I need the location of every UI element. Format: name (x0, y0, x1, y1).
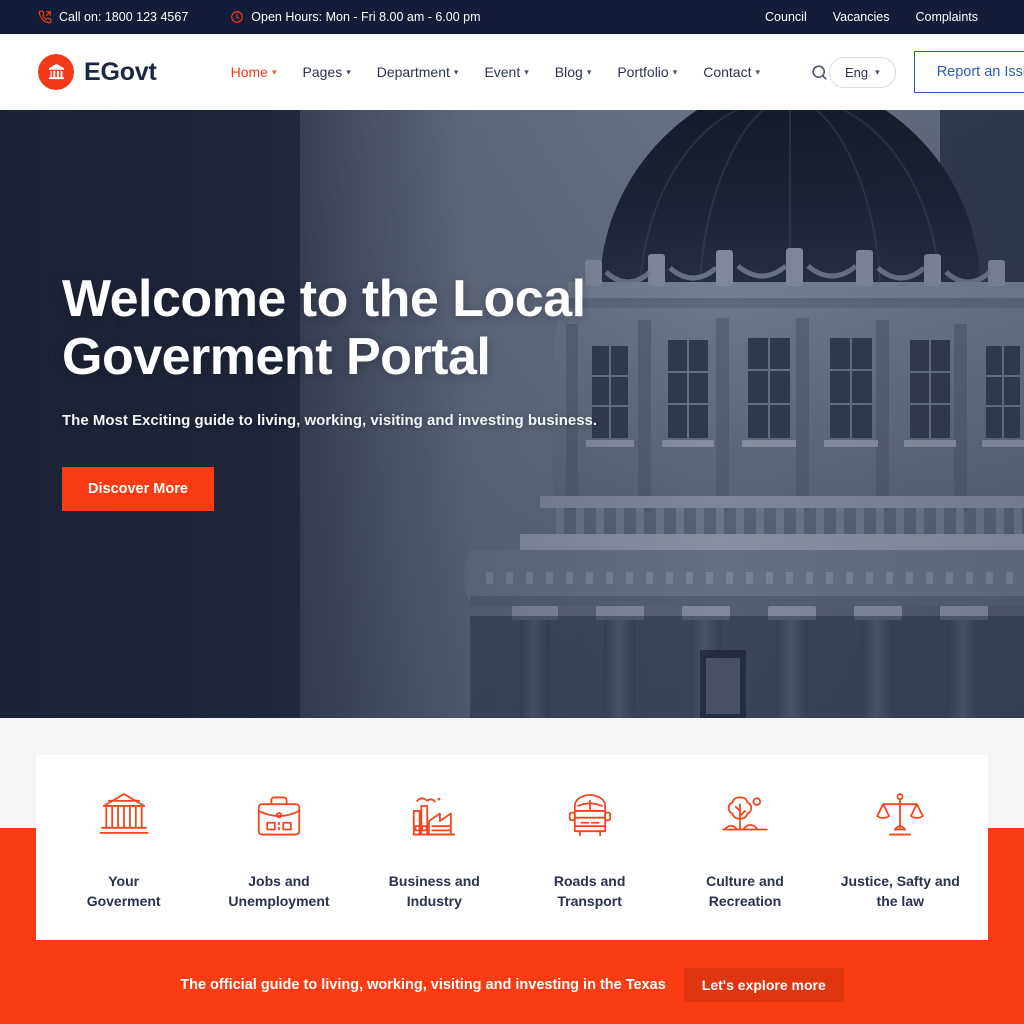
briefcase-icon (252, 787, 306, 845)
brand-name: EGovt (84, 57, 157, 86)
hours-info: Open Hours: Mon - Fri 8.00 am - 6.00 pm (230, 10, 481, 24)
service-your-goverment[interactable]: Your Goverment (49, 787, 199, 912)
chevron-down-icon: ▾ (524, 66, 529, 77)
nav-item-department[interactable]: Department ▾ (377, 64, 459, 80)
nav-item-home[interactable]: Home ▾ (231, 64, 277, 80)
hours-text: Open Hours: Mon - Fri 8.00 am - 6.00 pm (251, 10, 481, 24)
nav-item-blog[interactable]: Blog ▾ (555, 64, 592, 80)
page-body: Welcome to the Local Goverment Portal Th… (0, 110, 1024, 1024)
nav-item-blog-label: Blog (554, 64, 583, 80)
language-label: Eng (845, 64, 869, 80)
hero-content: Welcome to the Local Goverment Portal Th… (62, 270, 598, 512)
nav-item-event[interactable]: Event ▾ (484, 64, 528, 80)
main-navbar: EGovt Home ▾ Pages ▾ Department ▾ Event … (0, 34, 1024, 110)
hero-title-line2: Goverment Portal (62, 328, 491, 387)
service-culture-and-recreation[interactable]: Culture and Recreation (670, 787, 820, 912)
service-business-and-industry[interactable]: Business and Industry (359, 787, 509, 912)
discover-more-button[interactable]: Discover More (62, 467, 214, 512)
nav-item-pages-label: Pages (302, 64, 343, 80)
services-card: Your Goverment Jobs and Unemployment Bus… (36, 755, 988, 940)
service-label-line2: Industry (406, 893, 462, 910)
service-label: Roads and Transport (554, 871, 626, 912)
navbar-right: Eng ▾ Report an Issues (829, 51, 1024, 93)
service-label-line1: Your (108, 873, 140, 889)
nav-item-portfolio-label: Portfolio (617, 64, 669, 80)
scales-of-justice-icon (873, 787, 927, 845)
service-label-line1: Justice, Safty and (840, 873, 960, 889)
service-label-line2: the law (876, 893, 925, 910)
hero-subtitle: The Most Exciting guide to living, worki… (62, 412, 598, 430)
service-jobs-and-unemployment[interactable]: Jobs and Unemployment (204, 787, 354, 912)
classical-building-icon (97, 787, 151, 845)
hero-title: Welcome to the Local Goverment Portal (62, 270, 597, 386)
service-label: Culture and Recreation (706, 871, 784, 912)
service-label-line2: Recreation (708, 893, 782, 910)
brand-logo[interactable]: EGovt (38, 54, 157, 90)
nav-item-department-label: Department (376, 64, 450, 80)
chevron-down-icon: ▾ (586, 66, 592, 77)
topbar-link-vacancies[interactable]: Vacancies (833, 10, 890, 24)
service-label-line1: Jobs and (248, 873, 310, 889)
service-label-line1: Business and (388, 873, 480, 889)
chevron-down-icon: ▾ (875, 66, 880, 77)
topbar-link-council[interactable]: Council (765, 10, 807, 24)
nav-menu: Home ▾ Pages ▾ Department ▾ Event ▾ Blog… (231, 63, 829, 82)
service-label: Business and Industry (389, 871, 480, 912)
top-utility-bar: Call on: 1800 123 4567 Open Hours: Mon -… (0, 0, 1024, 34)
factory-icon (407, 787, 461, 845)
service-label: Your Goverment (87, 871, 161, 912)
nav-item-home-label: Home (230, 64, 268, 80)
search-icon[interactable] (810, 63, 829, 82)
service-label-line1: Culture and (706, 873, 784, 889)
chevron-down-icon: ▾ (755, 66, 761, 77)
phone-text: Call on: 1800 123 4567 (59, 10, 189, 24)
service-justice-safty-and-the-law[interactable]: Justice, Safty and the law (825, 787, 975, 912)
nav-item-event-label: Event (484, 64, 521, 80)
topbar-link-complaints[interactable]: Complaints (915, 10, 978, 24)
phone-icon (38, 10, 52, 24)
hero-title-line1: Welcome to the Local (62, 270, 586, 328)
clock-icon (230, 10, 244, 24)
service-label-line2: Goverment (86, 893, 161, 910)
nav-item-pages[interactable]: Pages ▾ (303, 64, 351, 80)
chevron-down-icon: ▾ (271, 66, 277, 77)
language-selector[interactable]: Eng ▾ (829, 56, 896, 88)
service-roads-and-transport[interactable]: Roads and Transport (515, 787, 665, 912)
service-label-line2: Unemployment (228, 893, 330, 910)
explore-banner-text: The official guide to living, working, v… (180, 977, 666, 993)
service-label: Jobs and Unemployment (228, 871, 329, 912)
nav-item-portfolio[interactable]: Portfolio ▾ (617, 64, 677, 80)
tree-park-icon (718, 787, 772, 845)
service-label: Justice, Safty and the law (841, 871, 960, 912)
chevron-down-icon: ▾ (453, 66, 459, 77)
nav-item-contact[interactable]: Contact ▾ (703, 64, 760, 80)
chevron-down-icon: ▾ (346, 66, 351, 77)
bus-icon (563, 787, 617, 845)
phone-info: Call on: 1800 123 4567 (38, 10, 188, 24)
topbar-links: Council Vacancies Complaints (765, 10, 978, 24)
nav-item-contact-label: Contact (703, 64, 752, 80)
hero-section: Welcome to the Local Goverment Portal Th… (0, 110, 1024, 718)
explore-banner-inner: The official guide to living, working, v… (0, 968, 1024, 1002)
service-label-line2: Transport (557, 893, 622, 910)
report-an-issues-button[interactable]: Report an Issues (913, 51, 1024, 93)
lets-explore-more-button[interactable]: Let's explore more (683, 968, 844, 1002)
service-label-line1: Roads and (553, 873, 626, 889)
government-building-icon (38, 54, 74, 90)
chevron-down-icon: ▾ (672, 66, 678, 77)
